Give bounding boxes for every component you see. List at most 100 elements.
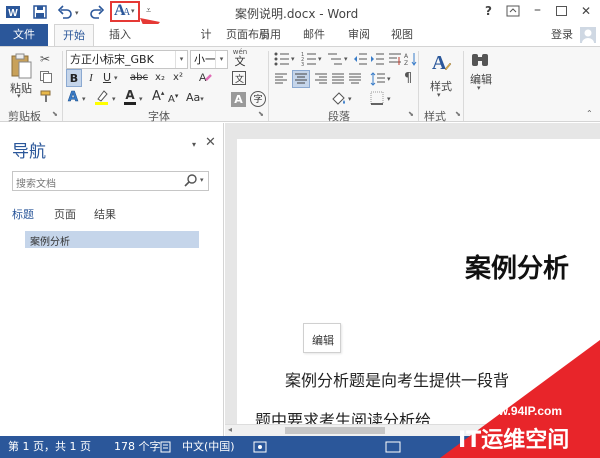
- page-count[interactable]: 第 1 页，共 1 页: [8, 436, 91, 458]
- maximize-icon[interactable]: [556, 6, 567, 16]
- text-effects-dropdown-icon[interactable]: ▾: [82, 95, 86, 103]
- nav-close-icon[interactable]: ✕: [205, 135, 216, 150]
- grow-font-button[interactable]: A▴: [152, 89, 164, 104]
- redo-icon[interactable]: [89, 4, 105, 20]
- increase-indent-icon[interactable]: [370, 52, 384, 66]
- paste-icon[interactable]: [10, 53, 32, 79]
- close-button[interactable]: ✕: [581, 4, 591, 18]
- customize-quick-access-icon[interactable]: ⩡: [146, 6, 151, 16]
- phonetic-guide-button[interactable]: wén 文: [232, 48, 248, 70]
- shading-dropdown-icon[interactable]: ▾: [348, 95, 352, 103]
- highlight-icon[interactable]: [94, 89, 110, 105]
- align-center-icon[interactable]: [292, 70, 310, 88]
- undo-icon[interactable]: [57, 4, 73, 20]
- collapse-ribbon-icon[interactable]: ⌃: [586, 109, 593, 118]
- underline-button[interactable]: U: [100, 69, 114, 87]
- bold-button[interactable]: B: [66, 69, 82, 87]
- editing-button[interactable]: 编辑: [470, 71, 492, 87]
- sort-icon[interactable]: AZ: [404, 52, 418, 67]
- help-button[interactable]: ?: [485, 4, 492, 18]
- nav-options-icon[interactable]: ▾: [192, 140, 196, 149]
- styles-dropdown-icon[interactable]: ▾: [437, 91, 441, 99]
- editing-dropdown-icon[interactable]: ▾: [477, 84, 481, 92]
- search-options-icon[interactable]: ▾: [200, 176, 204, 184]
- enclose-characters-button[interactable]: 字: [250, 91, 266, 107]
- change-case-button[interactable]: Aa▾: [186, 91, 204, 104]
- macro-record-icon[interactable]: [253, 441, 267, 453]
- tab-view[interactable]: 视图: [384, 24, 420, 46]
- tab-insert[interactable]: 插入: [102, 24, 138, 46]
- ribbon-display-options-icon[interactable]: [506, 5, 520, 17]
- scroll-left-icon[interactable]: ◂: [228, 425, 232, 434]
- nav-search-input[interactable]: 搜索文档 ▾: [12, 171, 209, 191]
- strikethrough-button[interactable]: abc: [128, 69, 150, 87]
- tab-home[interactable]: 开始: [54, 24, 94, 47]
- chinese-layout-icon[interactable]: [388, 52, 402, 66]
- character-border-icon[interactable]: 文: [232, 71, 246, 85]
- font-name-combo[interactable]: 方正小标宋_GBK ▾: [66, 50, 188, 69]
- decrease-indent-icon[interactable]: [353, 52, 367, 66]
- signin-link[interactable]: 登录: [548, 24, 576, 46]
- borders-dropdown-icon[interactable]: ▾: [387, 95, 391, 103]
- proofing-icon[interactable]: [160, 441, 174, 453]
- align-right-icon[interactable]: [314, 72, 328, 86]
- quick-access-font-button[interactable]: A A ▾: [110, 1, 140, 22]
- tab-headings[interactable]: 标题: [12, 206, 34, 222]
- copy-icon[interactable]: [40, 71, 52, 83]
- word-count[interactable]: 178 个字: [114, 436, 161, 458]
- bullets-dropdown-icon[interactable]: ▾: [291, 55, 295, 63]
- font-launcher-icon[interactable]: ⬊: [258, 110, 264, 118]
- numbering-icon[interactable]: 123: [301, 52, 317, 68]
- clipboard-launcher-icon[interactable]: ⬊: [52, 110, 58, 118]
- avatar[interactable]: [580, 27, 596, 43]
- tab-pages[interactable]: 页面: [54, 206, 76, 222]
- text-effects-icon[interactable]: A: [68, 90, 79, 106]
- multilevel-list-icon[interactable]: [327, 52, 343, 66]
- heading-item[interactable]: 案例分析: [25, 231, 199, 248]
- show-marks-icon[interactable]: ¶: [404, 71, 412, 86]
- font-color-button[interactable]: A: [123, 88, 137, 106]
- bullets-icon[interactable]: [274, 52, 290, 66]
- paste-button[interactable]: 粘贴: [10, 80, 32, 96]
- subscript-button[interactable]: x₂: [152, 69, 168, 87]
- word-app-icon[interactable]: W: [6, 5, 20, 19]
- shrink-font-button[interactable]: A▾: [168, 92, 178, 105]
- justify-icon[interactable]: [331, 72, 345, 86]
- line-spacing-icon[interactable]: [370, 72, 386, 86]
- borders-icon[interactable]: [370, 91, 384, 105]
- tab-review[interactable]: 审阅: [341, 24, 377, 46]
- highlight-dropdown-icon[interactable]: ▾: [112, 95, 116, 103]
- shading-icon[interactable]: [330, 90, 346, 106]
- edit-tooltip[interactable]: 编辑: [303, 323, 341, 353]
- tab-references[interactable]: 引用: [252, 24, 288, 46]
- tab-results[interactable]: 结果: [94, 206, 116, 222]
- styles-button[interactable]: 样式: [430, 78, 452, 94]
- tab-design[interactable]: 计: [196, 24, 216, 46]
- font-color-dropdown-icon[interactable]: ▾: [139, 95, 143, 103]
- save-icon[interactable]: [33, 5, 47, 19]
- paragraph-launcher-icon[interactable]: ⬊: [408, 110, 414, 118]
- character-shading-button[interactable]: A: [231, 92, 246, 107]
- language-indicator[interactable]: 中文(中国): [182, 436, 235, 458]
- search-icon[interactable]: [184, 174, 198, 188]
- font-size-combo[interactable]: 小一 ▾: [190, 50, 228, 69]
- distributed-icon[interactable]: [348, 72, 362, 86]
- styles-launcher-icon[interactable]: ⬊: [455, 110, 461, 118]
- underline-dropdown-icon[interactable]: ▾: [114, 74, 118, 82]
- align-left-icon[interactable]: [274, 72, 288, 86]
- minimize-button[interactable]: –: [534, 2, 541, 18]
- styles-icon[interactable]: A: [430, 51, 452, 75]
- format-painter-icon[interactable]: [40, 90, 52, 102]
- superscript-button[interactable]: x²: [170, 69, 186, 87]
- cut-icon[interactable]: ✂: [40, 52, 50, 66]
- paste-dropdown-icon[interactable]: ▾: [17, 92, 21, 100]
- clear-formatting-icon[interactable]: A: [198, 70, 212, 84]
- undo-dropdown-icon[interactable]: ▾: [75, 9, 79, 17]
- multilevel-dropdown-icon[interactable]: ▾: [344, 55, 348, 63]
- binoculars-icon[interactable]: [470, 51, 490, 69]
- tab-file[interactable]: 文件: [0, 24, 48, 46]
- line-spacing-dropdown-icon[interactable]: ▾: [387, 75, 391, 83]
- numbering-dropdown-icon[interactable]: ▾: [318, 55, 322, 63]
- scroll-thumb[interactable]: [285, 427, 385, 434]
- italic-button[interactable]: I: [84, 69, 98, 87]
